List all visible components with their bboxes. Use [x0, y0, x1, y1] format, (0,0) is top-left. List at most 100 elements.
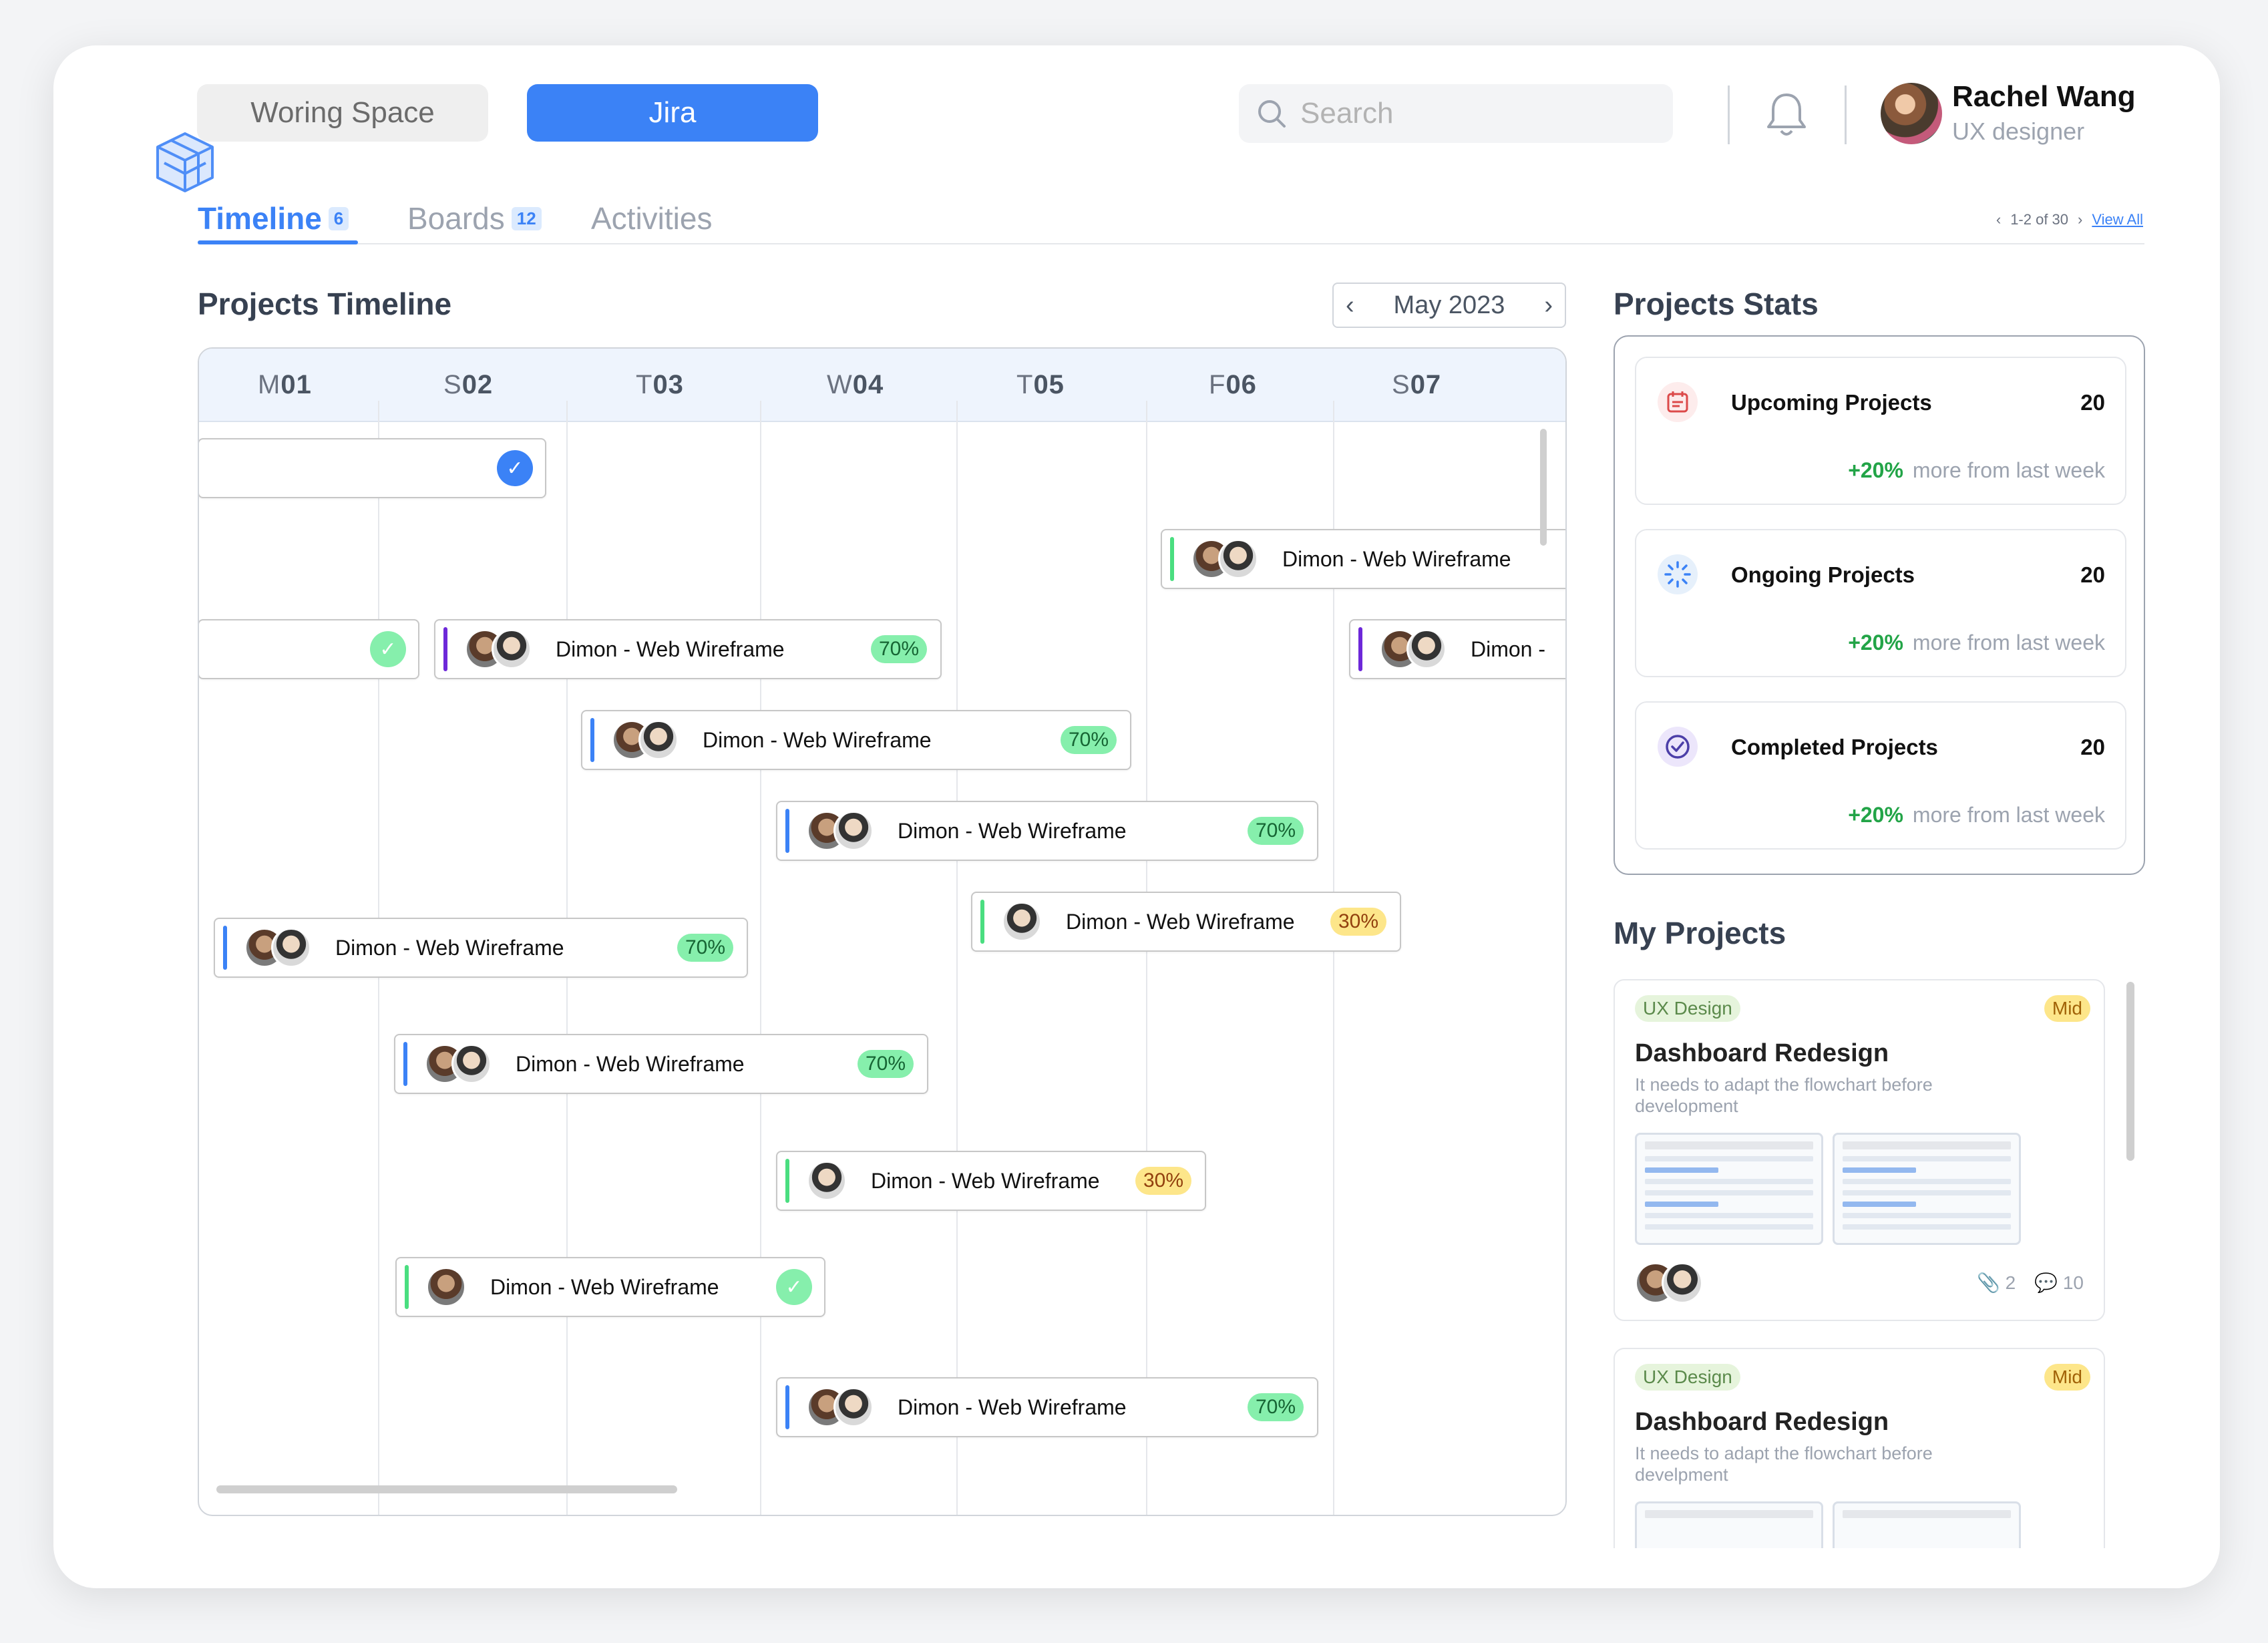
- status-accent: [785, 809, 789, 853]
- timeline-task-bar[interactable]: Dimon - Web Wireframe 30%: [776, 1151, 1206, 1211]
- calendar-icon: [1658, 382, 1698, 422]
- tab-label: Activities: [591, 201, 713, 236]
- assignee-avatars: [807, 1161, 847, 1201]
- stat-trend: +20% more from last week: [1848, 458, 2105, 482]
- assignee-avatars: [612, 720, 679, 760]
- app-window: Woring Space Jira Rachel Wang UX designe…: [53, 45, 2220, 1588]
- stat-name: Completed Projects: [1731, 735, 1938, 759]
- timeline-task-bar[interactable]: Dimon - Web Wireframe 70%: [434, 619, 942, 679]
- projects-scrollbar[interactable]: [2126, 982, 2134, 1161]
- project-thumbnail[interactable]: [1635, 1501, 1823, 1548]
- category-badge: UX Design: [1635, 995, 1740, 1022]
- task-label: Dimon - Web Wireframe: [898, 1395, 1127, 1419]
- stat-card-completed[interactable]: Completed Projects 20 +20% more from last…: [1635, 701, 2126, 850]
- day-header: M01: [258, 370, 312, 399]
- tab-activities[interactable]: Activities: [591, 200, 712, 236]
- project-title: Dashboard Redesign: [1635, 1408, 1889, 1436]
- comment-icon: 💬: [2034, 1272, 2058, 1293]
- status-accent: [403, 1042, 407, 1086]
- search-input[interactable]: [1300, 97, 1648, 130]
- level-badge: Mid: [2044, 1364, 2090, 1391]
- day-header: F06: [1209, 370, 1257, 399]
- stat-name: Ongoing Projects: [1731, 562, 1915, 587]
- member-avatars: [1635, 1262, 1703, 1304]
- project-thumbnail[interactable]: [1833, 1133, 2021, 1245]
- progress-badge: 30%: [1135, 1167, 1191, 1195]
- progress-badge: 30%: [1330, 908, 1386, 936]
- progress-badge: 70%: [677, 934, 733, 962]
- timeline-task-bar[interactable]: Dimon - Web Wireframe 70%: [776, 1377, 1318, 1437]
- timeline-task-bar[interactable]: Dimon - Web Wireframe 70%: [394, 1034, 928, 1094]
- tab-boards[interactable]: Boards 12: [407, 200, 542, 236]
- timeline-task-bar[interactable]: ✓: [199, 438, 546, 498]
- attachment-count[interactable]: 📎 2: [1977, 1272, 2016, 1294]
- progress-badge: 70%: [1247, 1393, 1304, 1421]
- column-divider: [956, 401, 958, 1515]
- assignee-avatars: [1191, 539, 1258, 579]
- avatar: [1002, 902, 1042, 942]
- project-card[interactable]: UX Design Mid Dashboard Redesign It need…: [1614, 979, 2105, 1321]
- prev-page-icon[interactable]: ‹: [1996, 211, 2001, 228]
- next-page-icon[interactable]: ›: [2078, 211, 2082, 228]
- prev-month-icon[interactable]: ‹: [1346, 291, 1354, 320]
- tab-timeline[interactable]: Timeline 6: [198, 200, 349, 236]
- stat-card-upcoming[interactable]: Upcoming Projects 20 +20% more from last …: [1635, 357, 2126, 505]
- stat-trend: +20% more from last week: [1848, 803, 2105, 827]
- header-divider: [1845, 85, 1847, 144]
- avatar: [1218, 539, 1258, 579]
- status-accent: [1358, 627, 1362, 671]
- day-header: T05: [1016, 370, 1065, 399]
- horizontal-scrollbar[interactable]: [216, 1485, 677, 1493]
- timeline-task-bar[interactable]: Dimon - Web Wireframe: [1161, 529, 1565, 589]
- assignee-avatars: [807, 811, 874, 851]
- jira-button[interactable]: Jira: [527, 84, 818, 142]
- status-accent: [223, 926, 227, 970]
- day-header: T03: [636, 370, 684, 399]
- project-thumbnail[interactable]: [1833, 1501, 2021, 1548]
- tab-label: Timeline: [198, 201, 322, 236]
- task-label: Dimon -: [1471, 636, 1546, 661]
- assignee-avatars: [1380, 629, 1447, 669]
- project-thumbnail[interactable]: [1635, 1133, 1823, 1245]
- avatar: [833, 811, 874, 851]
- user-avatar[interactable]: [1881, 83, 1942, 144]
- stat-count: 20: [2080, 390, 2105, 415]
- next-month-icon[interactable]: ›: [1544, 291, 1553, 320]
- timeline-task-bar[interactable]: Dimon - Web Wireframe 70%: [214, 918, 748, 978]
- active-tab-indicator: [198, 240, 358, 244]
- timeline-task-bar[interactable]: ✓: [199, 619, 419, 679]
- avatar: [271, 928, 311, 968]
- category-badge: UX Design: [1635, 1364, 1740, 1391]
- view-all-link[interactable]: View All: [2092, 211, 2143, 228]
- page-range: 1-2 of 30: [2010, 211, 2069, 228]
- user-name: Rachel Wang: [1952, 80, 2136, 113]
- day-header: S07: [1392, 370, 1442, 399]
- task-label: Dimon - Web Wireframe: [335, 935, 564, 960]
- section-title: Projects Timeline: [198, 287, 452, 321]
- task-label: Dimon - Web Wireframe: [703, 727, 932, 752]
- timeline-task-bar[interactable]: Dimon - Web Wireframe 70%: [776, 801, 1318, 861]
- count-badge: 6: [328, 206, 349, 230]
- timeline-task-bar[interactable]: Dimon - Web Wireframe ✓: [395, 1257, 825, 1317]
- check-circle-icon: [1658, 727, 1698, 767]
- status-accent: [980, 900, 984, 944]
- avatar: [451, 1044, 492, 1084]
- assignee-avatars: [244, 928, 311, 968]
- project-card[interactable]: UX Design Mid Dashboard Redesign It need…: [1614, 1348, 2105, 1548]
- vertical-scrollbar[interactable]: [1540, 429, 1547, 546]
- section-title: My Projects: [1614, 916, 1786, 950]
- status-accent: [1170, 537, 1174, 581]
- header-divider: [1728, 85, 1730, 144]
- search-icon: [1258, 100, 1286, 128]
- stat-card-ongoing[interactable]: Ongoing Projects 20 +20% more from last w…: [1635, 529, 2126, 677]
- status-accent: [443, 627, 447, 671]
- working-space-button[interactable]: Woring Space: [197, 84, 488, 142]
- comment-count[interactable]: 💬 10: [2034, 1272, 2084, 1294]
- timeline-task-bar[interactable]: Dimon -: [1349, 619, 1565, 679]
- stat-count: 20: [2080, 562, 2105, 587]
- timeline-task-bar[interactable]: Dimon - Web Wireframe 70%: [581, 710, 1131, 770]
- timeline-task-bar[interactable]: Dimon - Web Wireframe 30%: [971, 892, 1401, 952]
- avatar: [833, 1387, 874, 1427]
- search-box[interactable]: [1239, 84, 1673, 143]
- bell-icon[interactable]: [1763, 89, 1810, 139]
